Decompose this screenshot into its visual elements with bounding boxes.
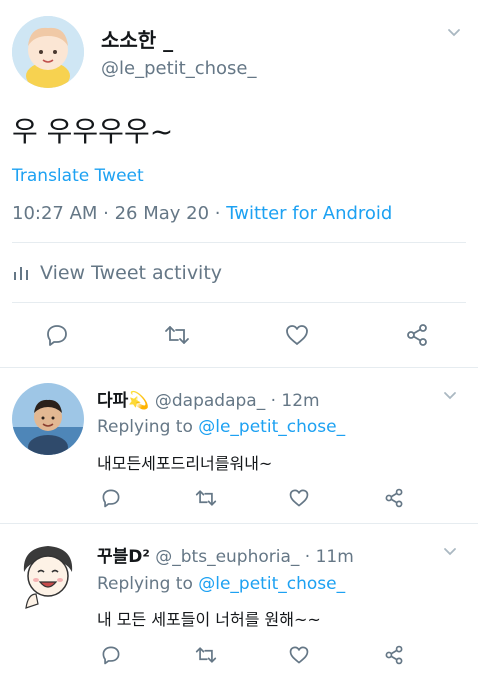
author-avatar[interactable]	[12, 16, 84, 88]
reply-author-handle[interactable]: @dapadapa_	[155, 391, 265, 411]
reply-icon	[102, 646, 120, 665]
reply-actions	[0, 478, 478, 518]
reply-button[interactable]	[91, 478, 131, 518]
reply-icon	[102, 489, 120, 508]
main-tweet: 소소한 _ @le_petit_chose_ 우 우우우우~ Translate…	[0, 0, 478, 368]
like-icon	[289, 489, 309, 507]
reply-avatar[interactable]	[12, 383, 84, 455]
share-button[interactable]	[397, 315, 437, 355]
tweet-actions	[0, 315, 478, 355]
share-icon	[385, 645, 403, 665]
reply-author-name[interactable]: 다파	[97, 391, 128, 411]
author-name[interactable]: 소소한 _	[101, 24, 173, 53]
translate-tweet-link[interactable]: Translate Tweet	[12, 166, 144, 186]
reply-tweet[interactable]: 꾸블D² @_bts_euphoria_ · 11m Replying to @…	[0, 524, 478, 680]
reply-icon	[47, 325, 67, 346]
tweet-text: 우 우우우우~	[12, 115, 174, 148]
dizzy-emoji-icon: 💫	[128, 391, 150, 411]
retweet-icon	[195, 490, 217, 506]
reply-text: 내모든세포드리너를워내~	[97, 454, 273, 473]
replying-to: Replying to @le_petit_chose_	[97, 574, 345, 594]
replying-to: Replying to @le_petit_chose_	[97, 417, 345, 437]
reply-author-handle[interactable]: @_bts_euphoria_	[155, 547, 299, 567]
reply-text: 내 모든 세포들이 너허를 원해~~	[97, 610, 321, 629]
reply-time: · 11m	[299, 547, 354, 567]
reply-button[interactable]	[37, 315, 77, 355]
reply-header: 꾸블D² @_bts_euphoria_ · 11m	[97, 542, 354, 567]
reply-button[interactable]	[91, 635, 131, 675]
retweet-button[interactable]	[186, 635, 226, 675]
replying-to-label: Replying to	[97, 417, 199, 437]
activity-bars-icon	[14, 267, 28, 280]
reply-tweet[interactable]: 다파💫 @dapadapa_ · 12m Replying to @le_pet…	[0, 368, 478, 523]
like-button[interactable]	[279, 478, 319, 518]
chevron-down-icon[interactable]	[443, 389, 457, 403]
reply-author-name[interactable]: 꾸블D²	[97, 547, 150, 567]
replying-to-label: Replying to	[97, 574, 199, 594]
reply-time: · 12m	[265, 391, 320, 411]
divider	[12, 242, 466, 243]
retweet-button[interactable]	[157, 315, 197, 355]
retweet-icon	[195, 647, 217, 663]
retweet-icon	[165, 326, 189, 344]
like-button[interactable]	[277, 315, 317, 355]
like-button[interactable]	[279, 635, 319, 675]
replying-to-mention[interactable]: @le_petit_chose_	[198, 574, 345, 594]
chevron-down-icon[interactable]	[443, 545, 457, 559]
tweet-timestamp[interactable]: 10:27 AM · 26 May 20 ·	[12, 203, 226, 224]
retweet-button[interactable]	[186, 478, 226, 518]
divider	[12, 302, 466, 303]
reply-avatar[interactable]	[12, 538, 84, 610]
author-handle[interactable]: @le_petit_chose_	[101, 58, 256, 79]
share-button[interactable]	[374, 635, 414, 675]
share-button[interactable]	[374, 478, 414, 518]
view-tweet-activity[interactable]: View Tweet activity	[12, 262, 222, 284]
replying-to-mention[interactable]: @le_petit_chose_	[198, 417, 345, 437]
like-icon	[286, 325, 308, 345]
tweet-source[interactable]: Twitter for Android	[226, 203, 392, 224]
like-icon	[289, 646, 309, 664]
activity-label: View Tweet activity	[40, 262, 223, 284]
chevron-down-icon[interactable]	[447, 26, 461, 40]
reply-header: 다파💫 @dapadapa_ · 12m	[97, 386, 320, 411]
share-icon	[407, 324, 427, 346]
share-icon	[385, 488, 403, 508]
tweet-meta: 10:27 AM · 26 May 20 · Twitter for Andro…	[12, 203, 392, 224]
reply-actions	[0, 635, 478, 675]
